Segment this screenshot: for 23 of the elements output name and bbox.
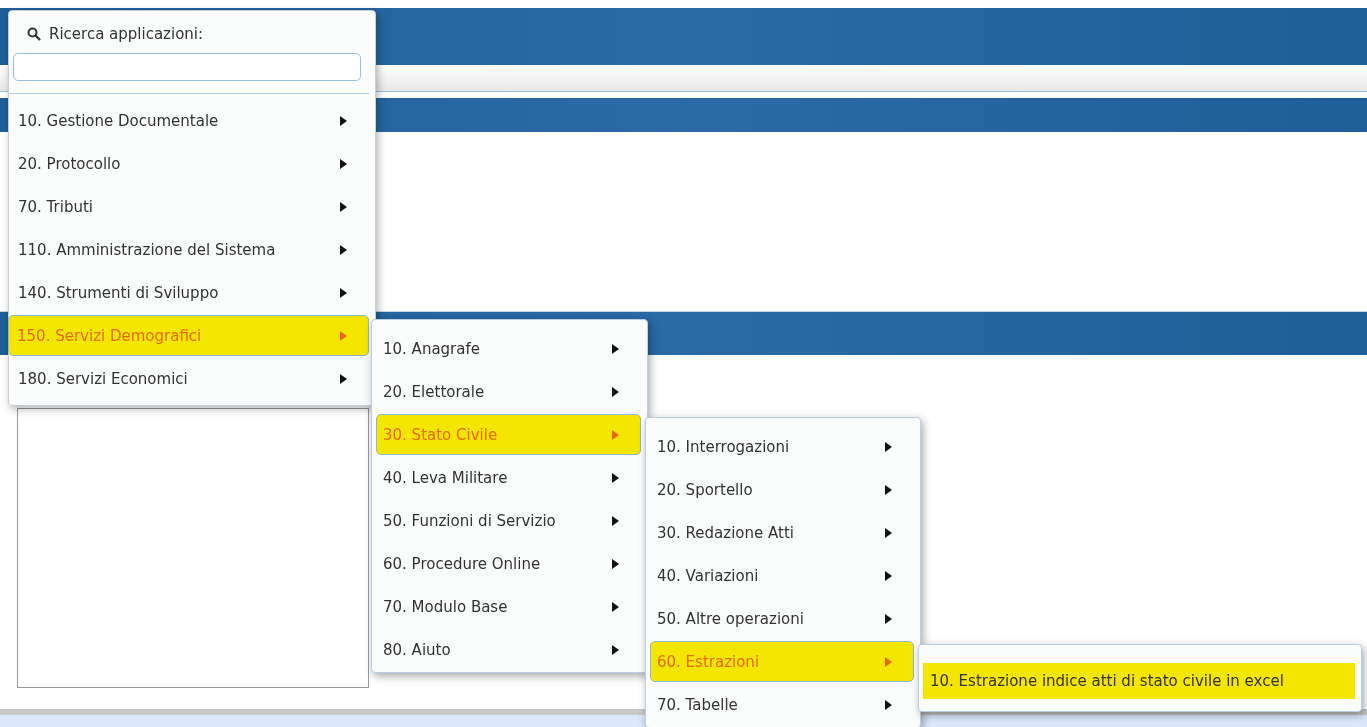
menu-item[interactable]: 70. Tabelle xyxy=(650,684,914,725)
search-label: Ricerca applicazioni: xyxy=(49,25,204,43)
menu-item[interactable]: 70. Modulo Base xyxy=(376,586,641,627)
menu-item[interactable]: 70. Tributi xyxy=(9,186,369,227)
menu-item[interactable]: 30. Redazione Atti xyxy=(650,512,914,553)
menu-item[interactable]: 20. Elettorale xyxy=(376,371,641,412)
menu-item[interactable]: 40. Variazioni xyxy=(650,555,914,596)
menu-item[interactable]: 60. Procedure Online xyxy=(376,543,641,584)
menu-item[interactable]: 180. Servizi Economici xyxy=(9,358,369,399)
menu-item[interactable]: 20. Sportello xyxy=(650,469,914,510)
menu-item[interactable]: 80. Aiuto xyxy=(376,629,641,670)
menu-item[interactable]: 40. Leva Militare xyxy=(376,457,641,498)
menu-item[interactable]: 110. Amministrazione del Sistema xyxy=(9,229,369,270)
menu-item[interactable]: 20. Protocollo xyxy=(9,143,369,184)
menu-item[interactable]: 50. Funzioni di Servizio xyxy=(376,500,641,541)
menu-item[interactable]: 10. Anagrafe xyxy=(376,328,641,369)
menu-item[interactable]: 50. Altre operazioni xyxy=(650,598,914,639)
menu-item[interactable]: 10. Gestione Documentale xyxy=(9,100,369,141)
search-icon xyxy=(27,27,41,41)
menu-item[interactable]: 10. Interrogazioni xyxy=(650,426,914,467)
menu-item[interactable]: 10. Estrazione indice atti di stato civile in excel xyxy=(923,663,1355,699)
menu-item[interactable]: 140. Strumenti di Sviluppo xyxy=(9,272,369,313)
search-field[interactable] xyxy=(13,53,361,81)
